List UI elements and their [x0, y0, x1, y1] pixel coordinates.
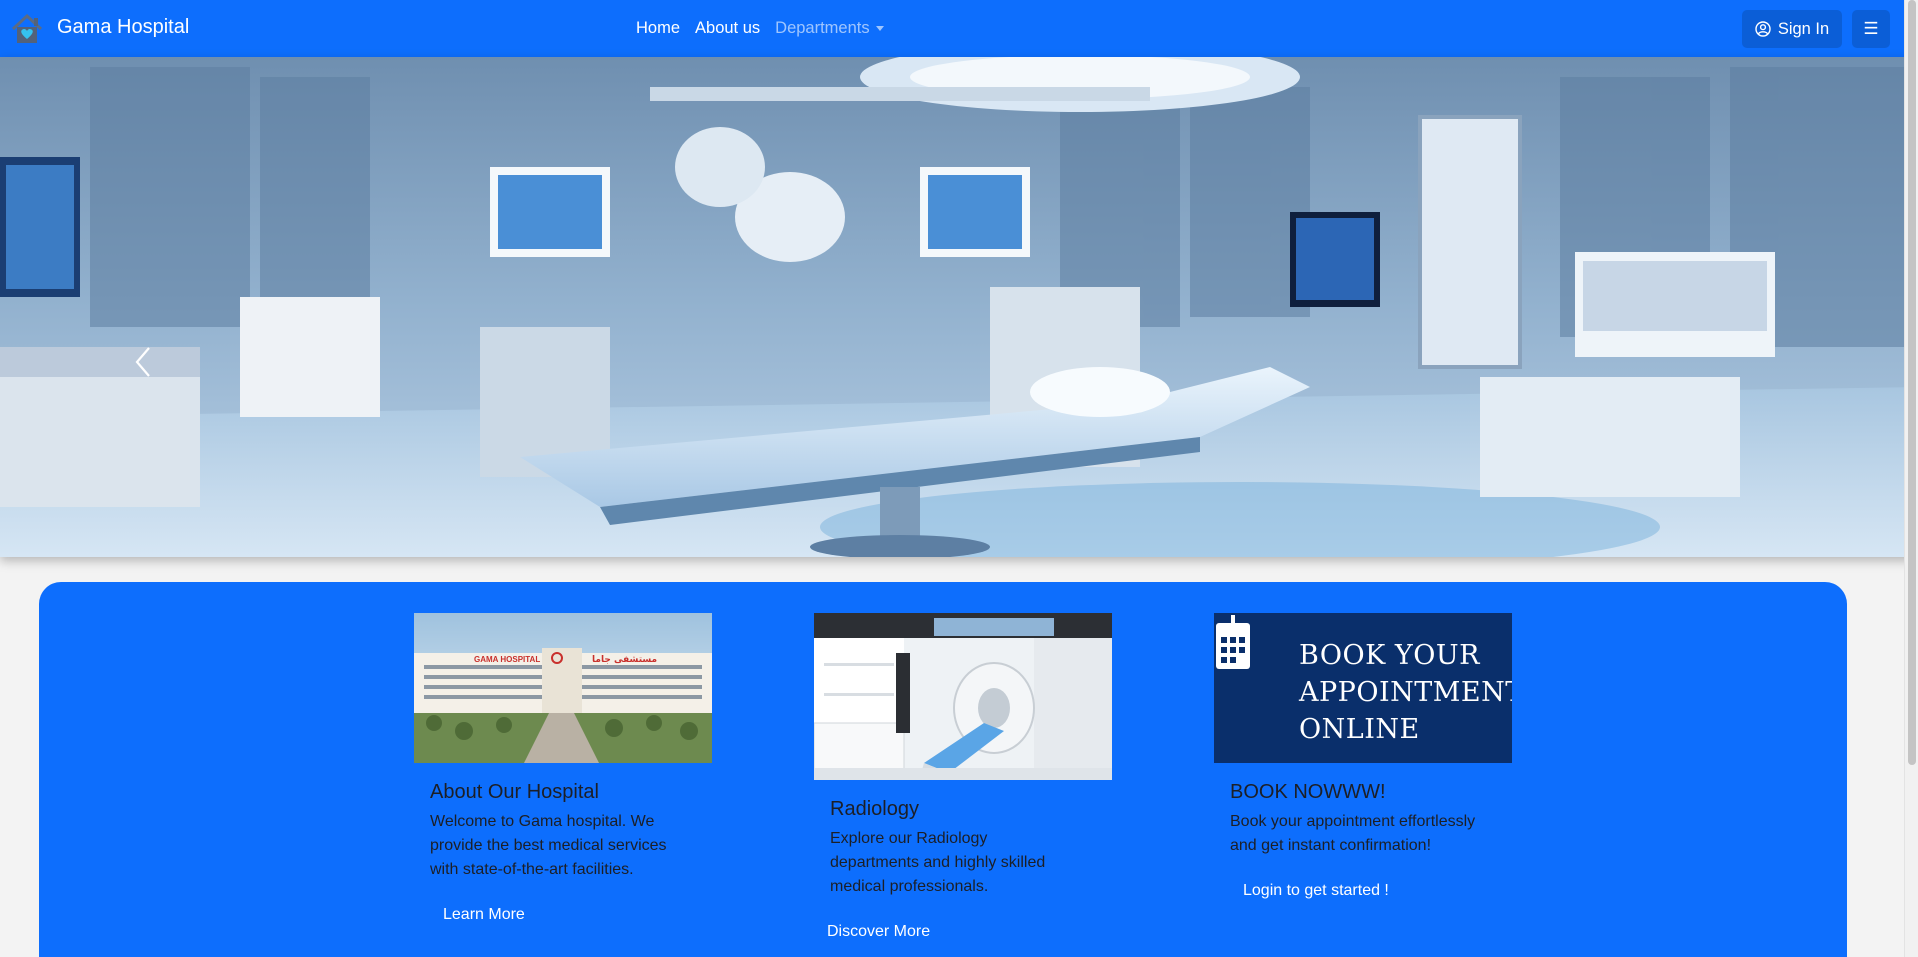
learn-more-button[interactable]: Learn More	[443, 906, 525, 924]
card-title: Radiology	[830, 798, 919, 820]
banner-line: ONLINE	[1299, 714, 1420, 745]
nav-departments-dropdown[interactable]: Departments	[775, 19, 884, 38]
card-text: Book your appointment effortlessly and g…	[1230, 813, 1476, 854]
card-title: BOOK NOWWW!	[1230, 781, 1386, 803]
chevron-left-icon	[135, 347, 150, 377]
hospital-house-icon[interactable]	[10, 12, 44, 46]
brand-name[interactable]: Gama Hospital	[57, 16, 189, 39]
hospital-sign-text: GAMA HOSPITAL	[474, 655, 540, 664]
user-circle-icon	[1755, 21, 1771, 37]
radiology-card: Radiology Explore our Radiology departme…	[814, 613, 1112, 941]
navbar: Gama Hospital Home About us Departments …	[0, 0, 1918, 57]
operating-room-image	[0, 57, 1918, 557]
mri-room-image	[814, 613, 1112, 780]
carousel-prev-button[interactable]	[128, 337, 158, 387]
login-to-start-button[interactable]: Login to get started !	[1243, 882, 1389, 900]
hamburger-icon: ☰	[1863, 19, 1879, 38]
sign-in-button[interactable]: Sign In	[1742, 10, 1842, 48]
services-section: GAMA HOSPITAL مستشفى جاما About Our Hosp…	[39, 582, 1847, 957]
departments-label: Departments	[775, 19, 870, 37]
nav-about-link[interactable]: About us	[695, 19, 760, 38]
banner-headline: BOOK YOUR APPOINTMENT ONLINE	[1299, 637, 1512, 748]
banner-line: BOOK YOUR	[1299, 640, 1480, 671]
book-appointment-banner: BOOK YOUR APPOINTMENT ONLINE	[1214, 613, 1512, 763]
booking-card: BOOK YOUR APPOINTMENT ONLINE BOOK NOWWW!…	[1214, 613, 1512, 900]
banner-line: APPOINTMENT	[1299, 677, 1512, 708]
menu-toggle-button[interactable]: ☰	[1852, 10, 1890, 48]
nav-home-link[interactable]: Home	[636, 19, 680, 38]
card-title: About Our Hospital	[430, 781, 599, 803]
hero-carousel	[0, 57, 1918, 557]
scrollbar-thumb[interactable]	[1908, 0, 1916, 765]
page-scrollbar[interactable]	[1904, 0, 1918, 957]
hospital-building-image: GAMA HOSPITAL مستشفى جاما	[414, 613, 712, 763]
hospital-sign-arabic-text: مستشفى جاما	[592, 655, 657, 665]
discover-more-button[interactable]: Discover More	[827, 923, 930, 941]
caret-down-icon	[875, 26, 884, 32]
sign-in-label: Sign In	[1777, 19, 1830, 38]
card-text: Explore our Radiology departments and hi…	[830, 830, 1046, 895]
main-nav: Home About us Departments	[636, 19, 899, 38]
card-text: Welcome to Gama hospital. We provide the…	[430, 813, 667, 878]
calendar-icon	[1216, 615, 1250, 669]
about-card: GAMA HOSPITAL مستشفى جاما About Our Hosp…	[414, 613, 712, 924]
